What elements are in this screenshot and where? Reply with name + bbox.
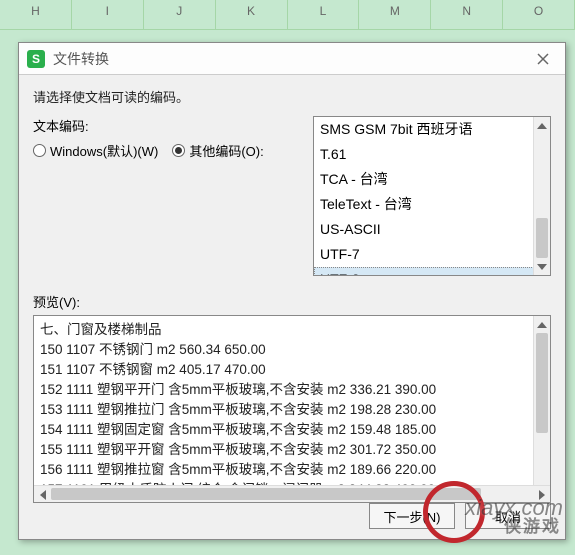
scrollbar-thumb[interactable] — [536, 218, 548, 258]
column-header[interactable]: O — [503, 0, 575, 30]
scroll-right-icon — [539, 490, 545, 500]
preview-line: 150 1107 不锈钢门 m2 560.34 650.00 — [40, 340, 530, 360]
radio-icon — [33, 144, 46, 157]
listbox-scrollbar[interactable] — [533, 117, 550, 275]
list-item[interactable]: TeleText - 台湾 — [314, 192, 550, 217]
list-item[interactable]: UTF-8 — [314, 267, 550, 276]
scrollbar-thumb[interactable] — [51, 488, 481, 500]
preview-line: 151 1107 不锈钢窗 m2 405.17 470.00 — [40, 360, 530, 380]
scroll-left-icon — [40, 490, 46, 500]
radio-icon — [172, 144, 185, 157]
preview-line: 155 1111 塑钢平开窗 含5mm平板玻璃,不含安装 m2 301.72 3… — [40, 440, 530, 460]
scroll-up-icon — [537, 322, 547, 328]
list-item[interactable]: UTF-7 — [314, 242, 550, 267]
dialog-titlebar: S 文件转换 — [19, 43, 565, 75]
radio-other-encoding[interactable]: 其他编码(O): — [172, 141, 263, 160]
column-header[interactable]: H — [0, 0, 72, 30]
column-header[interactable]: N — [431, 0, 503, 30]
column-header[interactable]: K — [216, 0, 288, 30]
scrollbar-thumb[interactable] — [536, 333, 548, 433]
preview-line: 152 1111 塑钢平开门 含5mm平板玻璃,不含安装 m2 336.21 3… — [40, 380, 530, 400]
column-header[interactable]: M — [359, 0, 431, 30]
preview-line: 156 1111 塑钢推拉窗 含5mm平板玻璃,不含安装 m2 189.66 2… — [40, 460, 530, 480]
close-button[interactable] — [529, 47, 557, 71]
file-convert-dialog: S 文件转换 请选择使文档可读的编码。 文本编码: Windows(默认)(W)… — [18, 42, 566, 540]
scroll-down-icon — [537, 264, 547, 270]
encoding-list-items: SMS GSM 7bit 西班牙语T.61TCA - 台湾TeleText - … — [314, 117, 550, 276]
next-button[interactable]: 下一步(N) — [369, 503, 455, 529]
preview-textbox[interactable]: 七、门窗及楼梯制品150 1107 不锈钢门 m2 560.34 650.001… — [33, 315, 551, 503]
column-header[interactable]: L — [288, 0, 360, 30]
preview-line: 七、门窗及楼梯制品 — [40, 320, 530, 340]
preview-scrollbar-vertical[interactable] — [533, 316, 550, 502]
spreadsheet-column-headers: HIJKLMNO — [0, 0, 575, 30]
radio-label: Windows(默认)(W) — [50, 141, 158, 160]
column-header[interactable]: I — [72, 0, 144, 30]
preview-content: 七、门窗及楼梯制品150 1107 不锈钢门 m2 560.34 650.001… — [40, 320, 530, 500]
wps-app-icon: S — [27, 50, 45, 68]
preview-line: 154 1111 塑钢固定窗 含5mm平板玻璃,不含安装 m2 159.48 1… — [40, 420, 530, 440]
preview-scrollbar-horizontal[interactable] — [34, 485, 550, 502]
column-header[interactable]: J — [144, 0, 216, 30]
dialog-title: 文件转换 — [53, 49, 529, 69]
radio-label: 其他编码(O): — [189, 141, 263, 160]
encoding-listbox[interactable]: SMS GSM 7bit 西班牙语T.61TCA - 台湾TeleText - … — [313, 116, 551, 276]
cancel-button[interactable]: 取消 — [465, 503, 551, 529]
list-item[interactable]: SMS GSM 7bit 西班牙语 — [314, 117, 550, 142]
list-item[interactable]: US-ASCII — [314, 217, 550, 242]
instruction-text: 请选择使文档可读的编码。 — [33, 87, 551, 106]
encoding-label: 文本编码: — [33, 116, 303, 135]
scroll-up-icon — [537, 123, 547, 129]
list-item[interactable]: T.61 — [314, 142, 550, 167]
preview-line: 153 1111 塑钢推拉门 含5mm平板玻璃,不含安装 m2 198.28 2… — [40, 400, 530, 420]
preview-label: 预览(V): — [33, 292, 551, 311]
radio-windows-default[interactable]: Windows(默认)(W) — [33, 141, 158, 160]
close-icon — [536, 52, 550, 66]
list-item[interactable]: TCA - 台湾 — [314, 167, 550, 192]
